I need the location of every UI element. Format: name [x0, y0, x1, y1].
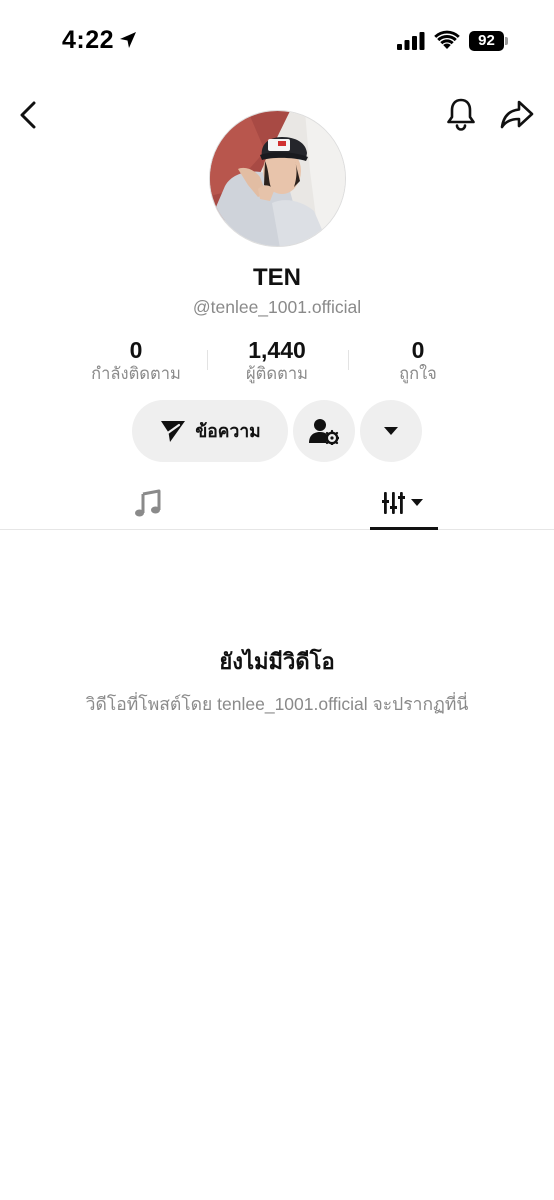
chevron-left-icon — [20, 101, 36, 129]
send-plane-icon — [161, 421, 186, 442]
message-button-label: ข้อความ — [195, 421, 261, 441]
battery-indicator: 92 — [469, 31, 509, 51]
tab-music[interactable] — [126, 484, 172, 522]
filter-bars-icon — [382, 492, 423, 514]
person-gear-icon — [309, 419, 339, 445]
friend-settings-button[interactable] — [293, 400, 355, 462]
active-tab-indicator — [370, 527, 438, 530]
more-dropdown-button[interactable] — [360, 400, 422, 462]
followers-label: ผู้ติดตาม — [246, 365, 308, 383]
avatar-photo — [210, 111, 345, 246]
back-button[interactable] — [14, 98, 44, 132]
battery-level: 92 — [469, 31, 504, 51]
likes-count: 0 — [411, 337, 425, 363]
battery-tip — [505, 37, 508, 45]
tab-filter[interactable] — [370, 484, 438, 530]
display-name: TEN — [253, 264, 301, 291]
wifi-icon — [434, 30, 460, 49]
following-label: กำลังติดตาม — [91, 365, 181, 383]
notification-bell-button[interactable] — [444, 96, 478, 132]
bell-icon — [447, 98, 475, 131]
cellular-signal-icon — [397, 32, 425, 50]
empty-state-title: ยังไม่มีวิดีโอ — [219, 649, 335, 674]
profile-avatar[interactable] — [209, 110, 346, 247]
status-time: 4:22 — [62, 26, 115, 54]
caret-down-icon — [384, 427, 398, 435]
stat-likes[interactable]: 0 ถูกใจ — [348, 336, 488, 384]
username: @tenlee_1001.official — [192, 297, 362, 317]
music-note-icon — [135, 489, 161, 517]
followers-count: 1,440 — [248, 337, 306, 363]
location-arrow-icon — [120, 32, 136, 48]
empty-state-description: วิดีโอที่โพสต์โดย tenlee_1001.official จ… — [85, 694, 469, 714]
share-arrow-icon — [500, 100, 534, 129]
status-bar: 4:22 92 — [0, 0, 554, 80]
stat-following[interactable]: 0 กำลังติดตาม — [66, 336, 206, 384]
following-count: 0 — [129, 337, 143, 363]
share-button[interactable] — [498, 97, 536, 133]
message-button[interactable]: ข้อความ — [132, 400, 288, 462]
tabs-divider — [0, 529, 554, 530]
likes-label: ถูกใจ — [399, 365, 437, 383]
stat-followers[interactable]: 1,440 ผู้ติดตาม — [207, 336, 347, 384]
